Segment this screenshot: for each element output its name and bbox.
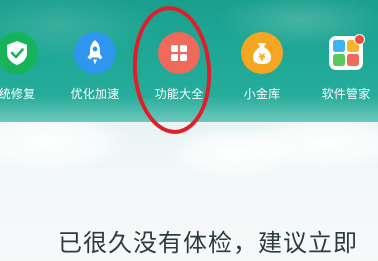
security-app-window: 统修复 优化加速 功能大全 ¥ 小金库 软件管家 已很久没有体检，建议立即 [0,0,378,261]
toolbar-item-system-repair[interactable]: 统修复 [0,32,55,104]
software-manager-icon [329,34,365,70]
background-cloud [0,122,130,172]
toolbar-item-small-vault[interactable]: ¥ 小金库 [224,32,300,104]
toolbar-item-label: 小金库 [243,87,281,101]
rocket-icon [74,32,116,74]
shield-check-icon [0,32,38,74]
toolbar-item-label: 统修复 [0,87,36,101]
money-bag-icon: ¥ [241,32,283,74]
toolbar-item-label: 优化加速 [70,87,120,101]
toolbar-item-all-functions[interactable]: 功能大全 [141,32,217,104]
toolbar-header: 统修复 优化加速 功能大全 ¥ 小金库 软件管家 [0,0,378,122]
toolbar-item-optimize-speedup[interactable]: 优化加速 [57,32,133,104]
app-grid-icon [158,32,200,74]
checkup-status-message: 已很久没有体检，建议立即 [58,229,358,257]
toolbar-item-label: 功能大全 [154,87,204,101]
toolbar-item-label: 软件管家 [321,87,371,101]
notification-dot [354,34,365,45]
toolbar-item-software-manager[interactable]: 软件管家 [308,32,378,104]
svg-text:¥: ¥ [259,53,266,64]
